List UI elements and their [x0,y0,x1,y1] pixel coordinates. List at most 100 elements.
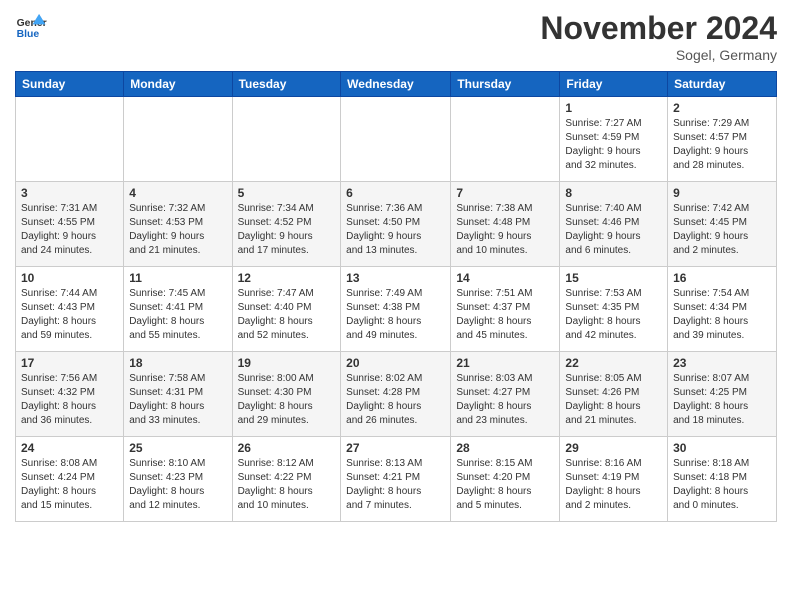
day-info: Sunrise: 8:02 AM Sunset: 4:28 PM Dayligh… [346,372,445,428]
weekday-header: Friday [560,72,668,97]
day-number: 30 [673,441,771,455]
day-number: 2 [673,101,771,115]
day-number: 18 [129,356,226,370]
calendar-cell: 25 Sunrise: 8:10 AM Sunset: 4:23 PM Dayli… [124,437,232,522]
header: General Blue November 2024 Sogel, German… [15,10,777,63]
calendar-cell: 10 Sunrise: 7:44 AM Sunset: 4:43 PM Dayli… [16,267,124,352]
calendar-cell: 28 Sunrise: 8:15 AM Sunset: 4:20 PM Dayli… [451,437,560,522]
day-number: 5 [238,186,336,200]
day-info: Sunrise: 8:07 AM Sunset: 4:25 PM Dayligh… [673,372,771,428]
day-number: 23 [673,356,771,370]
day-info: Sunrise: 7:42 AM Sunset: 4:45 PM Dayligh… [673,202,771,258]
day-info: Sunrise: 7:32 AM Sunset: 4:53 PM Dayligh… [129,202,226,258]
calendar-cell [341,97,451,182]
day-number: 29 [565,441,662,455]
calendar-week-row: 3 Sunrise: 7:31 AM Sunset: 4:55 PM Daylig… [16,182,777,267]
day-number: 13 [346,271,445,285]
day-number: 28 [456,441,554,455]
day-info: Sunrise: 7:53 AM Sunset: 4:35 PM Dayligh… [565,287,662,343]
logo-icon: General Blue [15,10,47,42]
calendar-cell: 22 Sunrise: 8:05 AM Sunset: 4:26 PM Dayli… [560,352,668,437]
calendar-cell: 4 Sunrise: 7:32 AM Sunset: 4:53 PM Daylig… [124,182,232,267]
calendar-cell: 26 Sunrise: 8:12 AM Sunset: 4:22 PM Dayli… [232,437,341,522]
weekday-header: Monday [124,72,232,97]
day-number: 27 [346,441,445,455]
calendar-cell: 12 Sunrise: 7:47 AM Sunset: 4:40 PM Dayli… [232,267,341,352]
day-info: Sunrise: 8:12 AM Sunset: 4:22 PM Dayligh… [238,457,336,513]
calendar-cell: 8 Sunrise: 7:40 AM Sunset: 4:46 PM Daylig… [560,182,668,267]
calendar-cell: 18Sunrise: 7:58 AM Sunset: 4:31 PM Dayli… [124,352,232,437]
day-number: 12 [238,271,336,285]
calendar-cell: 14 Sunrise: 7:51 AM Sunset: 4:37 PM Dayli… [451,267,560,352]
calendar-table: SundayMondayTuesdayWednesdayThursdayFrid… [15,71,777,522]
calendar-cell: 23 Sunrise: 8:07 AM Sunset: 4:25 PM Dayli… [668,352,777,437]
weekday-header: Saturday [668,72,777,97]
day-number: 6 [346,186,445,200]
calendar-cell: 5 Sunrise: 7:34 AM Sunset: 4:52 PM Daylig… [232,182,341,267]
calendar-cell: 16 Sunrise: 7:54 AM Sunset: 4:34 PM Dayli… [668,267,777,352]
calendar-cell: 17 Sunrise: 7:56 AM Sunset: 4:32 PM Dayli… [16,352,124,437]
calendar-cell: 15 Sunrise: 7:53 AM Sunset: 4:35 PM Dayli… [560,267,668,352]
day-info: Sunrise: 7:47 AM Sunset: 4:40 PM Dayligh… [238,287,336,343]
day-number: 22 [565,356,662,370]
title-block: November 2024 Sogel, Germany [540,10,777,63]
day-number: 15 [565,271,662,285]
day-number: 9 [673,186,771,200]
calendar-week-row: 24 Sunrise: 8:08 AM Sunset: 4:24 PM Dayli… [16,437,777,522]
calendar-cell: 29Sunrise: 8:16 AM Sunset: 4:19 PM Dayli… [560,437,668,522]
day-info: Sunrise: 8:15 AM Sunset: 4:20 PM Dayligh… [456,457,554,513]
day-number: 20 [346,356,445,370]
day-number: 4 [129,186,226,200]
day-number: 8 [565,186,662,200]
day-number: 17 [21,356,118,370]
calendar-cell: 2Sunrise: 7:29 AM Sunset: 4:57 PM Daylig… [668,97,777,182]
day-number: 16 [673,271,771,285]
day-number: 10 [21,271,118,285]
day-info: Sunrise: 7:38 AM Sunset: 4:48 PM Dayligh… [456,202,554,258]
day-info: Sunrise: 7:36 AM Sunset: 4:50 PM Dayligh… [346,202,445,258]
day-info: Sunrise: 7:49 AM Sunset: 4:38 PM Dayligh… [346,287,445,343]
day-info: Sunrise: 8:05 AM Sunset: 4:26 PM Dayligh… [565,372,662,428]
calendar-cell: 20 Sunrise: 8:02 AM Sunset: 4:28 PM Dayli… [341,352,451,437]
day-info: Sunrise: 7:51 AM Sunset: 4:37 PM Dayligh… [456,287,554,343]
calendar-cell: 13 Sunrise: 7:49 AM Sunset: 4:38 PM Dayli… [341,267,451,352]
day-info: Sunrise: 8:00 AM Sunset: 4:30 PM Dayligh… [238,372,336,428]
day-info: Sunrise: 8:08 AM Sunset: 4:24 PM Dayligh… [21,457,118,513]
calendar-cell [16,97,124,182]
day-info: Sunrise: 7:31 AM Sunset: 4:55 PM Dayligh… [21,202,118,258]
calendar-cell: 24 Sunrise: 8:08 AM Sunset: 4:24 PM Dayli… [16,437,124,522]
day-number: 26 [238,441,336,455]
month-title: November 2024 [540,10,777,47]
day-number: 3 [21,186,118,200]
logo: General Blue [15,10,47,42]
day-info: Sunrise: 7:54 AM Sunset: 4:34 PM Dayligh… [673,287,771,343]
calendar-week-row: 10 Sunrise: 7:44 AM Sunset: 4:43 PM Dayli… [16,267,777,352]
calendar-week-row: 1Sunrise: 7:27 AM Sunset: 4:59 PM Daylig… [16,97,777,182]
day-info: Sunrise: 7:56 AM Sunset: 4:32 PM Dayligh… [21,372,118,428]
page-container: General Blue November 2024 Sogel, German… [0,0,792,532]
day-info: Sunrise: 8:10 AM Sunset: 4:23 PM Dayligh… [129,457,226,513]
day-info: Sunrise: 7:45 AM Sunset: 4:41 PM Dayligh… [129,287,226,343]
calendar-cell: 3 Sunrise: 7:31 AM Sunset: 4:55 PM Daylig… [16,182,124,267]
location: Sogel, Germany [540,47,777,63]
calendar-cell [232,97,341,182]
day-info: Sunrise: 7:44 AM Sunset: 4:43 PM Dayligh… [21,287,118,343]
day-info: Sunrise: 7:40 AM Sunset: 4:46 PM Dayligh… [565,202,662,258]
calendar-cell: 11 Sunrise: 7:45 AM Sunset: 4:41 PM Dayli… [124,267,232,352]
day-number: 7 [456,186,554,200]
weekday-header: Thursday [451,72,560,97]
weekday-header: Wednesday [341,72,451,97]
day-number: 14 [456,271,554,285]
day-info: Sunrise: 7:34 AM Sunset: 4:52 PM Dayligh… [238,202,336,258]
day-info: Sunrise: 8:03 AM Sunset: 4:27 PM Dayligh… [456,372,554,428]
weekday-header: Tuesday [232,72,341,97]
weekday-header-row: SundayMondayTuesdayWednesdayThursdayFrid… [16,72,777,97]
calendar-cell: 21Sunrise: 8:03 AM Sunset: 4:27 PM Dayli… [451,352,560,437]
day-number: 24 [21,441,118,455]
calendar-cell: 6 Sunrise: 7:36 AM Sunset: 4:50 PM Daylig… [341,182,451,267]
calendar-cell: 7 Sunrise: 7:38 AM Sunset: 4:48 PM Daylig… [451,182,560,267]
calendar-week-row: 17 Sunrise: 7:56 AM Sunset: 4:32 PM Dayli… [16,352,777,437]
day-number: 11 [129,271,226,285]
calendar-cell [124,97,232,182]
day-number: 25 [129,441,226,455]
